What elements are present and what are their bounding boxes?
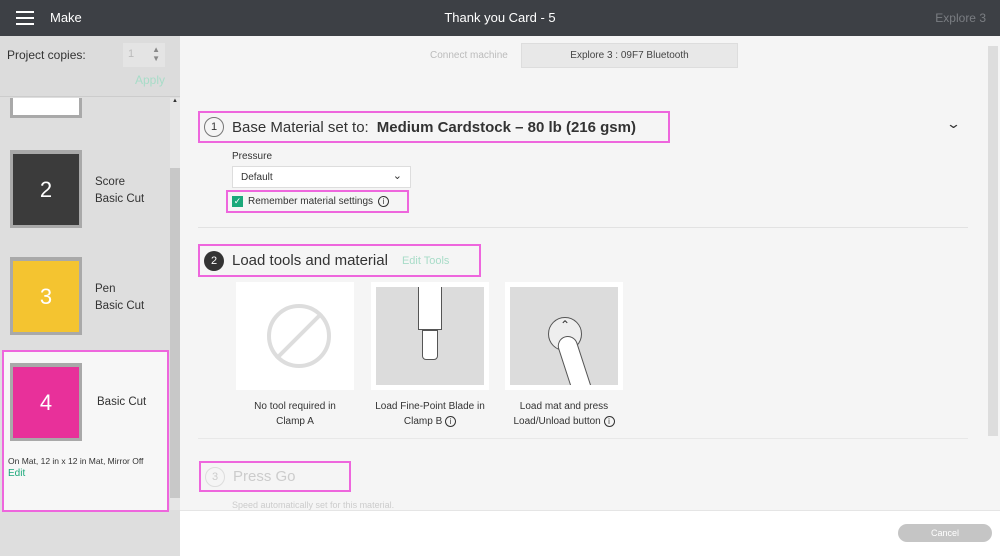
load-unload-card: ⌃⌄ <box>505 282 623 390</box>
footer: Cancel <box>180 510 1000 556</box>
main-panel: Connect machine Explore 3 : 09F7 Bluetoo… <box>180 36 1000 510</box>
connect-machine-label: Connect machine <box>430 50 508 61</box>
info-icon[interactable]: i <box>445 415 457 427</box>
load-caption: Load mat and press Load/Unload button i <box>495 399 633 429</box>
mat-details: On Mat, 12 in x 12 in Mat, Mirror Off <box>8 456 144 466</box>
blade-icon <box>418 287 442 330</box>
clamp-b-card <box>371 282 489 390</box>
info-icon: i <box>378 196 390 207</box>
mat-item[interactable]: 3 Pen Basic Cut <box>10 257 144 335</box>
main-scrollbar[interactable] <box>988 46 998 436</box>
checkbox-checked-icon[interactable]: ✓ <box>232 196 243 207</box>
project-copies-input[interactable]: 1 ▲ ▼ <box>123 43 165 67</box>
top-bar: Make Thank you Card - 5 Explore 3 <box>0 0 1000 36</box>
clamp-a-card <box>236 282 354 390</box>
cancel-button[interactable]: Cancel <box>898 524 992 542</box>
step-number: 1 <box>204 117 224 137</box>
chevron-down-icon[interactable]: ⌄ <box>946 116 961 132</box>
sidebar-scrollbar[interactable]: ▲ <box>170 98 180 510</box>
pressure-select[interactable]: Default ⌄ <box>232 166 411 188</box>
mat-sidebar: Project copies: 1 ▲ ▼ Apply ▲ 2 Score Basic… <box>0 36 180 556</box>
stepper-arrows-icon: ▲ ▼ <box>152 45 160 63</box>
apply-button[interactable]: Apply <box>135 73 165 87</box>
edit-link[interactable]: Edit <box>8 468 25 479</box>
step2-header: 2 Load tools and material Edit Tools <box>198 244 481 277</box>
machine-name: Explore 3 <box>935 11 986 25</box>
chevron-down-icon: ⌄ <box>392 170 402 182</box>
remember-settings[interactable]: ✓ Remember material settings i <box>226 190 409 213</box>
speed-note: Speed automatically set for this materia… <box>232 500 395 510</box>
info-icon[interactable]: i <box>603 415 615 427</box>
pressure-label: Pressure <box>232 151 273 162</box>
project-copies-label: Project copies: <box>7 48 86 62</box>
no-tool-icon <box>267 304 331 368</box>
connect-machine-button[interactable]: Explore 3 : 09F7 Bluetooth <box>521 43 738 68</box>
clamp-a-caption: No tool required in Clamp A <box>254 401 336 427</box>
mat-item-selected[interactable]: 4 Basic Cut On Mat, 12 in x 12 in Mat, M… <box>2 350 169 512</box>
document-title: Thank you Card - 5 <box>444 10 556 25</box>
mat-item[interactable]: 2 Score Basic Cut <box>10 150 144 228</box>
clamp-b-caption: Load Fine-Point Blade in Clamp B i <box>375 401 485 427</box>
step3-header: 3 Press Go <box>199 461 351 492</box>
material-name: Medium Cardstock – 80 lb (216 gsm) <box>376 118 636 136</box>
edit-tools-link[interactable]: Edit Tools <box>402 255 450 267</box>
step1-header: 1 Base Material set to: Medium Cardstock… <box>198 111 670 143</box>
